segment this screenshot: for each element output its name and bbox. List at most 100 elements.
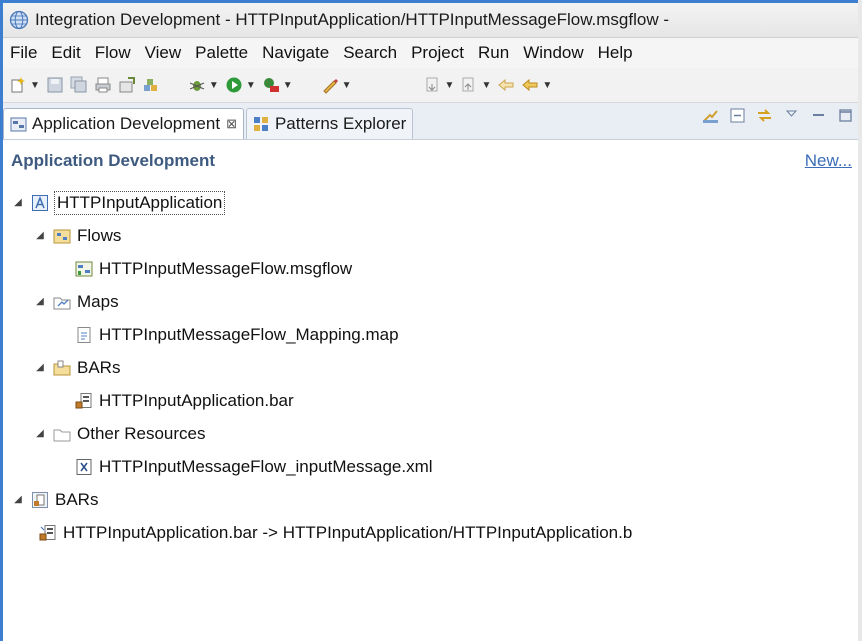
- back-button[interactable]: ▼: [521, 74, 552, 96]
- next-annotation-button[interactable]: ▼: [424, 74, 455, 96]
- application-icon: [32, 194, 48, 211]
- menu-flow[interactable]: Flow: [88, 43, 138, 63]
- chevron-down-icon: ▼: [542, 79, 553, 91]
- new-link[interactable]: New...: [805, 151, 852, 171]
- globe-icon: [9, 10, 29, 30]
- tree-label: Flows: [77, 225, 122, 245]
- save-button[interactable]: [46, 74, 64, 96]
- build-button[interactable]: [142, 74, 160, 96]
- flows-folder-icon: [53, 229, 71, 243]
- view-header: Application Development New...: [3, 140, 858, 182]
- expand-toggle-icon[interactable]: ◢: [33, 428, 47, 439]
- bar-file-icon: [75, 392, 92, 408]
- chevron-down-icon: ▼: [444, 79, 455, 91]
- tree-node-flows[interactable]: ◢ Flows: [3, 219, 858, 252]
- tree-node-maps[interactable]: ◢ Maps: [3, 285, 858, 318]
- menu-search[interactable]: Search: [336, 43, 404, 63]
- expand-toggle-icon[interactable]: ◢: [33, 362, 47, 373]
- menu-bar: File Edit Flow View Palette Navigate Sea…: [3, 38, 858, 68]
- main-toolbar: ▼ ▼ ▼ ▼ ▼ ▼ ▼ ▼: [3, 68, 858, 103]
- prev-annotation-button[interactable]: ▼: [460, 74, 491, 96]
- tree-label: HTTPInputApplication.bar -> HTTPInputApp…: [63, 522, 633, 542]
- tree-node-map-file[interactable]: HTTPInputMessageFlow_Mapping.map: [3, 318, 858, 351]
- expand-toggle-icon[interactable]: ◢: [33, 230, 47, 241]
- menu-project[interactable]: Project: [404, 43, 471, 63]
- menu-view[interactable]: View: [138, 43, 189, 63]
- deploy-button[interactable]: [118, 74, 136, 96]
- tree-label: BARs: [77, 357, 121, 377]
- tree-node-bar-file[interactable]: HTTPInputApplication.bar: [3, 384, 858, 417]
- bar-link-icon: [39, 524, 56, 540]
- tree-label: Maps: [77, 291, 119, 311]
- open-task-button[interactable]: ▼: [321, 74, 352, 96]
- tab-application-development[interactable]: Application Development ⊠: [3, 108, 244, 139]
- chevron-down-icon: ▼: [341, 79, 352, 91]
- chevron-down-icon: ▼: [282, 79, 293, 91]
- tree-node-msgflow[interactable]: HTTPInputMessageFlow.msgflow: [3, 252, 858, 285]
- menu-help[interactable]: Help: [591, 43, 640, 63]
- maximize-icon[interactable]: [837, 107, 854, 124]
- view-toolbar: [702, 107, 854, 124]
- save-all-icon: [70, 76, 87, 93]
- title-bar: Integration Development - HTTPInputAppli…: [3, 3, 858, 38]
- tree-label: HTTPInputMessageFlow_Mapping.map: [99, 324, 399, 344]
- folder-icon: [53, 429, 71, 441]
- tree-label: BARs: [55, 489, 99, 509]
- menu-palette[interactable]: Palette: [188, 43, 255, 63]
- expand-toggle-icon[interactable]: ◢: [11, 494, 25, 505]
- filter-icon[interactable]: [702, 107, 719, 124]
- tree-node-bars-root[interactable]: ◢ BARs: [3, 483, 858, 516]
- pen-icon: [322, 79, 338, 94]
- application-development-icon: [10, 117, 27, 131]
- expand-toggle-icon[interactable]: ◢: [11, 197, 25, 208]
- print-button[interactable]: [94, 74, 112, 96]
- expand-toggle-icon[interactable]: ◢: [33, 296, 47, 307]
- menu-file[interactable]: File: [3, 43, 44, 63]
- prev-annotation-icon: [462, 77, 474, 92]
- window-title: Integration Development - HTTPInputAppli…: [35, 10, 669, 29]
- menu-window[interactable]: Window: [516, 43, 590, 63]
- tab-patterns-explorer[interactable]: Patterns Explorer: [245, 108, 414, 139]
- print-icon: [95, 77, 111, 93]
- view-tab-bar: Application Development ⊠ Patterns Explo…: [3, 103, 858, 140]
- chevron-down-icon: ▼: [208, 79, 219, 91]
- build-icon: [143, 79, 157, 91]
- tree-node-application[interactable]: ◢ HTTPInputApplication: [3, 186, 858, 219]
- run-icon: [226, 77, 242, 93]
- run-button[interactable]: ▼: [225, 74, 256, 96]
- xml-file-icon: [76, 458, 92, 475]
- minimize-icon[interactable]: [810, 107, 827, 124]
- tree-label: HTTPInputApplication: [53, 190, 226, 215]
- debug-button[interactable]: ▼: [188, 74, 219, 96]
- menu-run[interactable]: Run: [471, 43, 516, 63]
- save-all-button[interactable]: [70, 74, 88, 96]
- tree-label: HTTPInputApplication.bar: [99, 390, 294, 410]
- save-icon: [47, 77, 63, 93]
- maps-folder-icon: [53, 297, 71, 309]
- next-annotation-icon: [426, 77, 438, 92]
- tree-node-bar-link[interactable]: HTTPInputApplication.bar -> HTTPInputApp…: [3, 516, 858, 549]
- map-file-icon: [77, 326, 91, 343]
- external-tools-button[interactable]: ▼: [262, 74, 293, 96]
- last-edit-button[interactable]: [497, 74, 515, 96]
- chevron-down-icon: ▼: [481, 79, 492, 91]
- close-icon[interactable]: ⊠: [226, 116, 237, 132]
- menu-edit[interactable]: Edit: [44, 43, 87, 63]
- collapse-all-icon[interactable]: [729, 107, 746, 124]
- tree-node-other-resources[interactable]: ◢ Other Resources: [3, 417, 858, 450]
- message-flow-icon: [75, 261, 93, 276]
- new-button[interactable]: ▼: [9, 74, 40, 96]
- new-icon: [11, 77, 25, 93]
- tree-node-app-bars[interactable]: ◢ BARs: [3, 351, 858, 384]
- tree-node-xml-file[interactable]: HTTPInputMessageFlow_inputMessage.xml: [3, 450, 858, 483]
- deploy-icon: [119, 77, 135, 93]
- menu-navigate[interactable]: Navigate: [255, 43, 336, 63]
- view-menu-icon[interactable]: [783, 107, 800, 124]
- link-with-editor-icon[interactable]: [756, 107, 773, 124]
- chevron-down-icon: ▼: [30, 79, 40, 91]
- tree-label: HTTPInputMessageFlow_inputMessage.xml: [99, 456, 433, 476]
- bug-icon: [189, 81, 205, 91]
- ide-window: Integration Development - HTTPInputAppli…: [0, 0, 858, 641]
- tree-label: Other Resources: [77, 423, 206, 443]
- project-tree: ◢ HTTPInputApplication ◢ Flows HTTPInput…: [3, 182, 858, 549]
